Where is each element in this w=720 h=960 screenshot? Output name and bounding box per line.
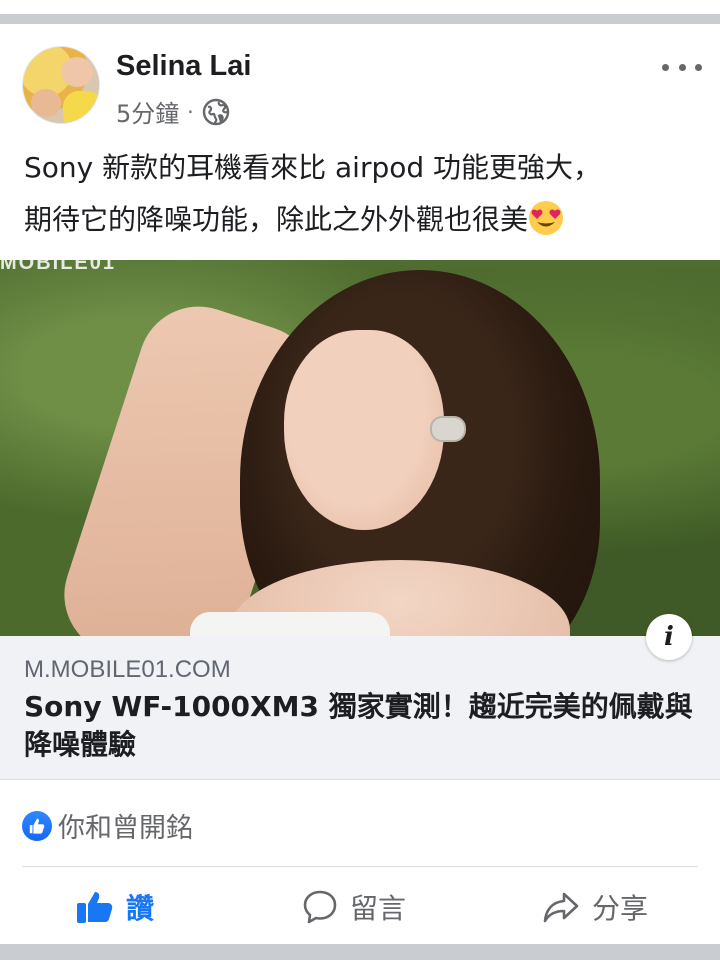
actions-divider — [22, 866, 698, 867]
post-timestamp[interactable]: 5分鐘 — [116, 94, 179, 129]
post-text-line-2: 期待它的降噪功能，除此之外外觀也很美 — [24, 203, 529, 236]
comment-button[interactable]: 留言 — [302, 882, 406, 932]
like-button[interactable]: 讚 — [76, 882, 154, 932]
feed-page: Selina Lai 5分鐘 · Sony 新款的耳機看來比 airpod 功能… — [0, 0, 720, 960]
info-icon[interactable]: i — [646, 614, 692, 660]
share-label: 分享 — [592, 892, 649, 925]
reaction-names: 你和曾開銘 — [58, 813, 193, 844]
more-options-button[interactable] — [662, 52, 702, 82]
like-label: 讚 — [126, 892, 155, 925]
comment-bubble-icon — [303, 890, 337, 924]
link-title[interactable]: Sony WF-1000XM3 獨家實測！趨近完美的佩戴與降噪體驗 — [24, 688, 714, 764]
post-text-line-1: Sony 新款的耳機看來比 airpod 功能更強大， — [24, 151, 602, 184]
more-dots-icon — [662, 63, 669, 71]
globe-icon — [202, 98, 229, 125]
reaction-summary[interactable]: 你和曾開銘 — [22, 806, 193, 845]
feed-separator-top — [0, 0, 720, 30]
share-button[interactable]: 分享 — [542, 882, 648, 932]
comment-label: 留言 — [350, 892, 407, 925]
heart-eyes-emoji-icon — [529, 201, 564, 235]
post-text: Sony 新款的耳機看來比 airpod 功能更強大， 期待它的降噪功能，除此之… — [24, 142, 704, 246]
share-arrow-icon — [543, 892, 579, 923]
feed-separator-bottom — [0, 944, 720, 960]
meta-separator: · — [187, 99, 194, 124]
earbud — [430, 416, 466, 442]
image-watermark: MOBILE01 — [0, 260, 117, 274]
link-domain: M.MOBILE01.COM — [24, 656, 231, 683]
like-reaction-icon — [22, 810, 52, 841]
thumbs-up-icon — [77, 892, 113, 923]
post-meta: 5分鐘 · — [116, 94, 230, 129]
link-preview-image[interactable]: MOBILE01 — [0, 260, 720, 636]
author-name[interactable]: Selina Lai — [116, 50, 251, 83]
author-avatar[interactable] — [22, 46, 100, 124]
